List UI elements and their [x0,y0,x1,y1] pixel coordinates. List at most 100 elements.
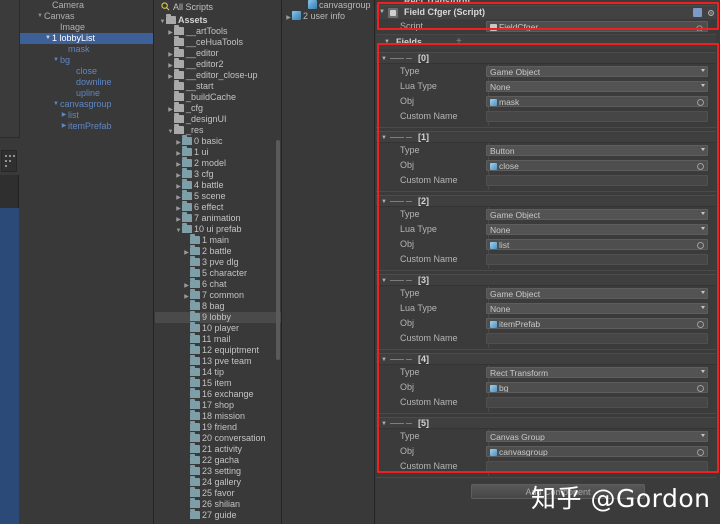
asset-folder-item[interactable]: 14 tip [155,366,281,378]
script-select-icon[interactable] [695,24,704,32]
lua-type-field-row[interactable]: Lua Type None [376,222,720,237]
asset-folder-item[interactable]: ▶ 2 model [155,157,281,169]
component-foldout-icon[interactable]: ▼ [379,9,385,15]
field-cfger-component-header[interactable]: ▼ Field Cfger (Script) [376,5,720,19]
foldout-open-icon[interactable]: ▼ [52,55,60,66]
custom-name-field-value[interactable] [486,333,708,344]
foldout-closed-icon[interactable]: ▶ [60,121,68,132]
fields-section-header[interactable]: ▼ Fields + [376,34,720,49]
drag-handle-icon[interactable] [390,359,404,360]
asset-folder-item[interactable]: 3 pve dlg [155,256,281,268]
asset-folder-item[interactable]: 23 setting [155,465,281,477]
object-picker-icon[interactable] [697,449,704,456]
asset-folder-item[interactable]: 1 main [155,234,281,246]
hierarchy-item[interactable]: ▼bg [20,55,153,66]
custom-name-field-row[interactable]: Custom Name [376,252,720,267]
type-field-value[interactable]: Canvas Group [486,431,708,442]
lua-type-field-row[interactable]: Lua Type None [376,79,720,94]
hierarchy-item[interactable]: close [20,66,153,77]
foldout-open-icon[interactable]: ▼ [381,199,387,205]
asset-folder-item[interactable]: 22 gacha [155,454,281,466]
type-field-row[interactable]: Type Game Object [376,207,720,222]
drag-handle-icon-2[interactable] [406,359,412,360]
custom-name-field-value[interactable] [486,111,708,122]
chevron-down-icon[interactable] [701,227,705,230]
hierarchy-item[interactable]: mask [20,44,153,55]
drag-handle-icon[interactable] [390,137,404,138]
array-element-header[interactable]: ▼ [1] [376,131,720,143]
drag-handle-icon-2[interactable] [406,280,412,281]
drag-handle-icon-2[interactable] [406,58,412,59]
type-field-row[interactable]: Type Game Object [376,286,720,301]
type-field-value[interactable]: Button [486,145,708,156]
hierarchy-item[interactable]: downline [20,77,153,88]
asset-folder-item[interactable]: 11 mail [155,333,281,345]
object-picker-icon[interactable] [697,321,704,328]
chevron-down-icon[interactable] [701,291,705,294]
hierarchy-item[interactable]: ▶ list [20,110,153,121]
type-field-row[interactable]: Type Rect Transform [376,365,720,380]
script-field-row[interactable]: Script FieldCfger [376,19,720,34]
array-element-header[interactable]: ▼ [2] [376,195,720,207]
obj-field-row[interactable]: Obj canvasgroup [376,444,720,459]
foldout-open-icon[interactable]: ▼ [381,278,387,284]
custom-name-field-value[interactable] [486,397,708,408]
object-picker-icon[interactable] [697,163,704,170]
asset-folder-item[interactable]: ▶ 6 chat [155,278,281,290]
asset-search-bar[interactable]: All Scripts [155,0,281,15]
lua-type-field-row[interactable]: Lua Type None [376,301,720,316]
chevron-down-icon[interactable] [701,434,705,437]
obj-field-value[interactable]: mask [486,96,708,107]
asset-folder-item[interactable]: 21 activity [155,443,281,455]
custom-name-field-value[interactable] [486,175,708,186]
type-field-row[interactable]: Type Canvas Group [376,429,720,444]
object-picker-icon[interactable] [697,99,704,106]
asset-folder-item[interactable]: 27 guide [155,509,281,521]
type-field-row[interactable]: Type Game Object [376,64,720,79]
drag-handle-icon-2[interactable] [406,137,412,138]
obj-field-row[interactable]: Obj mask [376,94,720,109]
drag-handle-icon-2[interactable] [406,423,412,424]
asset-folder-item[interactable]: ▶ 1 ui [155,146,281,158]
hierarchy-item[interactable]: upline [20,88,153,99]
fields-size-plus-icon[interactable]: + [456,36,462,47]
chevron-down-icon[interactable] [701,69,705,72]
hierarchy-item[interactable]: Camera [20,0,153,11]
asset-folder-item[interactable]: 25 favor [155,487,281,499]
asset-folder-item[interactable]: 8 bag [155,300,281,312]
array-element-header[interactable]: ▼ [3] [376,274,720,286]
project-panel[interactable]: All Scripts ▼ Assets ▶ __artTools __ceHuaToo… [155,0,282,524]
prefab-contents-panel[interactable]: canvasgroup ▶ 2 user info [283,0,375,524]
type-field-value[interactable]: Game Object [486,66,708,77]
obj-field-value[interactable]: bg [486,382,708,393]
help-book-icon[interactable] [693,8,702,17]
asset-folder-item[interactable]: 17 shop [155,399,281,411]
asset-folder-item[interactable]: 10 player [155,322,281,334]
custom-name-field-value[interactable] [486,254,708,265]
prefab-item[interactable]: ▶ 2 user info [283,11,374,22]
asset-folder-item[interactable]: ▶ 2 battle [155,245,281,257]
custom-name-field-row[interactable]: Custom Name [376,395,720,410]
chevron-down-icon[interactable] [701,212,705,215]
drag-handle-icon[interactable] [390,280,404,281]
chevron-down-icon[interactable] [701,306,705,309]
asset-folder-item[interactable]: ▼ _res [155,124,281,136]
obj-field-row[interactable]: Obj close [376,158,720,173]
hierarchy-item[interactable]: ▼Canvas [20,11,153,22]
asset-folder-item[interactable]: ▶ 7 animation [155,212,281,224]
obj-field-row[interactable]: Obj bg [376,380,720,395]
drag-handle-icon[interactable] [390,201,404,202]
prefab-item[interactable]: canvasgroup [283,0,374,11]
chevron-down-icon[interactable] [701,370,705,373]
project-scrollbar[interactable] [276,140,280,360]
fields-foldout-icon[interactable]: ▼ [384,39,390,45]
custom-name-field-row[interactable]: Custom Name [376,331,720,346]
object-picker-icon[interactable] [697,385,704,392]
asset-folder-item[interactable]: ▶ 4 battle [155,179,281,191]
foldout-open-icon[interactable]: ▼ [36,11,44,22]
object-picker-icon[interactable] [697,242,704,249]
inspector-scrollbar[interactable] [716,0,720,524]
array-element-header[interactable]: ▼ [0] [376,52,720,64]
type-field-value[interactable]: Rect Transform [486,367,708,378]
foldout-open-icon[interactable]: ▼ [52,99,60,110]
